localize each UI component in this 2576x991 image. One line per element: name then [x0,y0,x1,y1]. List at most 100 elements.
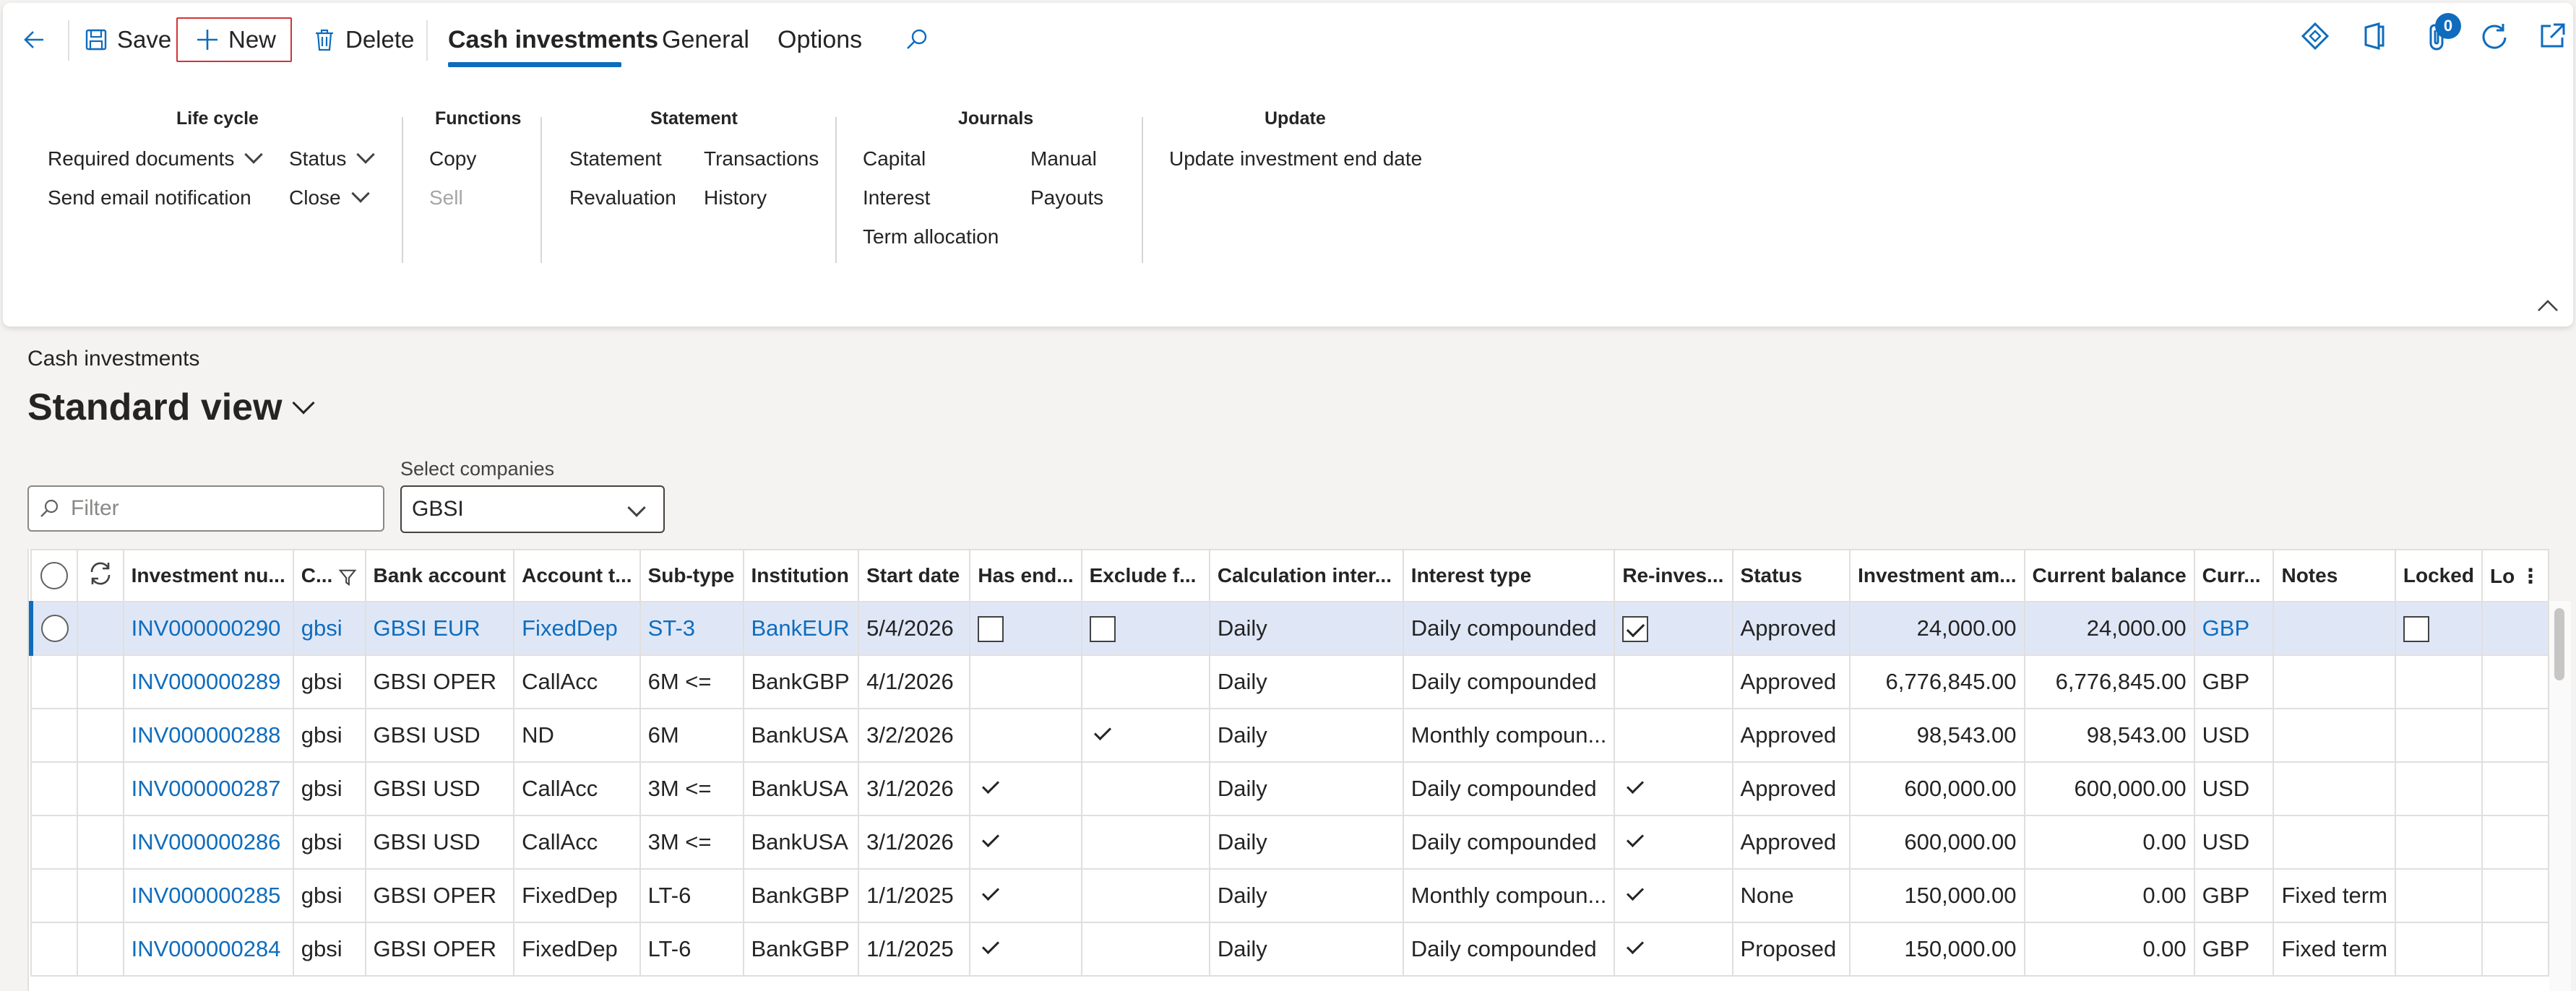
investment-number-cell[interactable]: INV000000289 [122,654,294,709]
payouts-button[interactable]: Payouts [1030,186,1103,209]
has-end-cell[interactable] [969,815,1082,870]
copy-button[interactable]: Copy [429,147,476,170]
company-cell[interactable]: gbsi [292,601,366,656]
column-header-notes[interactable]: Notes [2273,549,2396,602]
row-select-cell[interactable] [30,654,79,709]
row-select-cell[interactable] [30,761,79,816]
select-all-header[interactable] [30,549,79,602]
delete-button[interactable]: Delete [312,17,414,62]
column-header-currency[interactable]: Curr... [2193,549,2275,602]
open-new-window-button[interactable] [2536,20,2568,52]
checkbox[interactable] [978,615,1004,642]
reinvest-cell[interactable] [1614,761,1733,816]
revaluation-button[interactable]: Revaluation [569,186,676,209]
power-apps-button[interactable] [2299,20,2331,52]
investment-number-cell[interactable]: INV000000284 [122,922,294,977]
reinvest-cell[interactable] [1614,815,1733,870]
column-header-institution[interactable]: Institution [742,549,860,602]
row-select-cell[interactable] [29,601,79,656]
row-select-cell[interactable] [30,922,79,977]
column-header-lo[interactable]: Lo ⋮ [2481,549,2549,602]
table-row[interactable]: INV000000285 gbsi GBSI OPER FixedDep LT-6 Ban… [30,868,2549,923]
column-header-start-date[interactable]: Start date [858,549,971,602]
status-menu[interactable]: Status [289,145,376,170]
column-header-locked[interactable]: Locked [2394,549,2484,602]
update-investment-end-date-button[interactable]: Update investment end date [1169,147,1422,170]
column-header-exclude[interactable]: Exclude f... [1080,549,1210,602]
term-allocation-button[interactable]: Term allocation [863,225,999,248]
send-email-notification-button[interactable]: Send email notification [48,186,251,209]
view-selector[interactable]: Standard view [27,386,315,429]
has-end-cell[interactable] [969,761,1082,816]
reinvest-cell[interactable] [1614,708,1733,763]
bank-account-cell[interactable]: GBSI EUR [364,601,515,656]
save-button[interactable]: Save [84,17,171,62]
locked-cell[interactable] [2394,922,2484,977]
search-button[interactable] [905,17,929,62]
has-end-cell[interactable] [969,708,1082,763]
exclude-cell[interactable] [1080,761,1210,816]
refresh-button[interactable] [2478,20,2510,52]
has-end-cell[interactable] [969,654,1082,709]
tab-general[interactable]: General [662,17,749,62]
exclude-cell[interactable] [1080,654,1210,709]
exclude-cell[interactable] [1080,708,1210,763]
new-button[interactable]: New [176,17,293,62]
table-row[interactable]: INV000000289 gbsi GBSI OPER CallAcc 6M <= Ban… [30,654,2549,709]
tab-options[interactable]: Options [777,17,862,62]
column-header-has-end[interactable]: Has end... [969,549,1082,602]
exclude-cell[interactable] [1080,868,1210,923]
select-all-radio[interactable] [40,562,69,589]
checkbox[interactable] [1622,615,1649,642]
account-type-cell[interactable]: FixedDep [513,601,641,656]
manual-button[interactable]: Manual [1030,147,1097,170]
tab-cash-investments[interactable]: Cash investments [448,17,658,62]
exclude-cell[interactable] [1080,601,1210,656]
investment-number-cell[interactable]: INV000000285 [122,868,294,923]
column-header-sub-type[interactable]: Sub-type [639,549,744,602]
has-end-cell[interactable] [969,601,1082,656]
collapse-ribbon-button[interactable] [2536,296,2560,313]
investment-number-cell[interactable]: INV000000290 [122,601,294,656]
locked-cell[interactable] [2394,654,2484,709]
table-row[interactable]: INV000000288 gbsi GBSI USD ND 6M BankUSA 3/2/2… [30,708,2549,763]
capital-button[interactable]: Capital [863,147,926,170]
column-header-investment-number[interactable]: Investment nu... [122,549,294,602]
reinvest-cell[interactable] [1614,654,1733,709]
more-options-icon[interactable]: ⋮ [2520,565,2541,587]
table-row[interactable]: INV000000290 gbsi GBSI EUR FixedDep ST-3 Bank… [29,601,2549,656]
exclude-cell[interactable] [1080,815,1210,870]
sub-type-cell[interactable]: ST-3 [639,601,744,656]
reinvest-cell[interactable] [1614,868,1733,923]
locked-cell[interactable] [2394,601,2484,656]
column-header-bank-account[interactable]: Bank account [364,549,515,602]
office-button[interactable] [2359,20,2390,52]
exclude-cell[interactable] [1080,922,1210,977]
filter-field[interactable] [27,485,384,532]
column-header-interest-type[interactable]: Interest type [1402,549,1616,602]
interest-button[interactable]: Interest [863,186,930,209]
investment-number-cell[interactable]: INV000000287 [122,761,294,816]
table-row[interactable]: INV000000286 gbsi GBSI USD CallAcc 3M <= Bank… [30,815,2549,870]
back-button[interactable] [22,17,46,62]
table-row[interactable]: INV000000284 gbsi GBSI OPER FixedDep LT-6 Ban… [30,922,2549,977]
column-header-status[interactable]: Status [1731,549,1851,602]
column-header-company[interactable]: C... [292,549,366,602]
column-header-reinvest[interactable]: Re-inves... [1614,549,1733,602]
row-select-cell[interactable] [30,815,79,870]
currency-cell[interactable]: GBP [2193,601,2275,656]
investment-number-cell[interactable]: INV000000286 [122,815,294,870]
reinvest-cell[interactable] [1614,601,1733,656]
refresh-grid-header[interactable] [77,549,124,602]
column-header-calculation-interval[interactable]: Calculation inter... [1208,549,1404,602]
locked-cell[interactable] [2394,708,2484,763]
locked-cell[interactable] [2394,761,2484,816]
filter-input[interactable] [71,496,360,521]
close-menu[interactable]: Close [289,184,370,209]
row-select-radio[interactable] [41,615,69,643]
has-end-cell[interactable] [969,922,1082,977]
locked-cell[interactable] [2394,868,2484,923]
reinvest-cell[interactable] [1614,922,1733,977]
locked-cell[interactable] [2394,815,2484,870]
has-end-cell[interactable] [969,868,1082,923]
